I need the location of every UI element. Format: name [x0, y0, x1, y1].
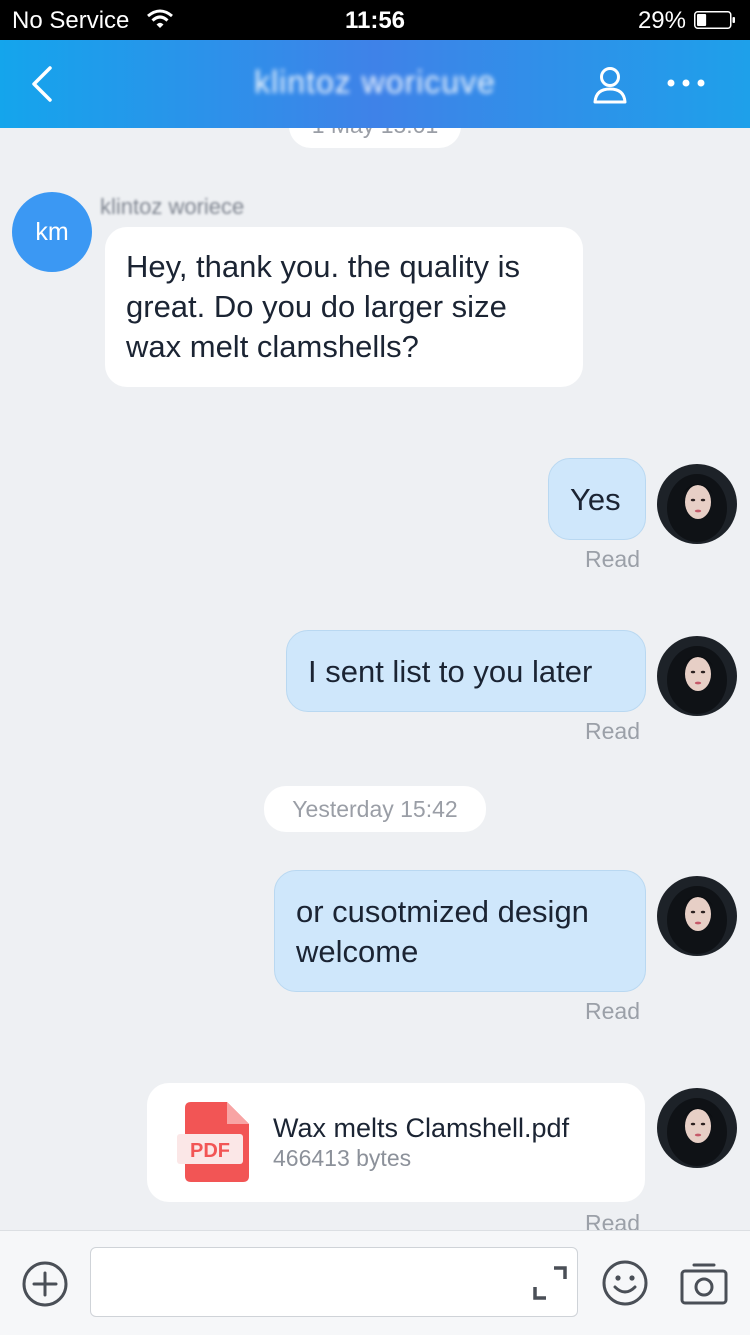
timestamp-pill: Yesterday 15:42 — [264, 786, 486, 832]
read-receipt: Read — [585, 718, 640, 744]
outgoing-message[interactable]: Yes — [548, 458, 646, 540]
battery-percent: 29% — [637, 7, 686, 34]
avatar-photo — [657, 464, 737, 544]
battery-icon — [694, 11, 735, 29]
message-input[interactable] — [90, 1247, 578, 1317]
plus-circle-icon[interactable] — [21, 1260, 69, 1308]
read-receipt: Read — [585, 546, 640, 572]
avatar-photo — [657, 636, 737, 716]
person-icon[interactable] — [592, 66, 628, 104]
my-avatar[interactable] — [657, 464, 737, 544]
status-bar: No Service 11:56 29% — [0, 0, 750, 40]
avatar-photo — [657, 876, 737, 956]
contact-avatar[interactable]: km — [12, 192, 92, 272]
contact-title: klintoz woricuve — [254, 64, 496, 100]
pdf-icon-label: PDF — [190, 1140, 230, 1162]
file-name: Wax melts Clamshell.pdf — [273, 1113, 570, 1143]
incoming-message[interactable]: Hey, thank you. the quality is great. Do… — [105, 227, 583, 387]
emoji-icon[interactable] — [601, 1259, 649, 1307]
ellipsis-icon[interactable] — [666, 76, 706, 90]
composer-bar — [0, 1230, 750, 1335]
avatar-photo — [657, 1088, 737, 1168]
pdf-file-icon: PDF — [177, 1102, 249, 1182]
outgoing-message[interactable]: or cusotmized design welcome — [274, 870, 646, 992]
chat-header: klintoz woricuve — [0, 40, 750, 128]
read-receipt: Read — [585, 1210, 640, 1230]
my-avatar[interactable] — [657, 876, 737, 956]
file-attachment[interactable]: PDF Wax melts Clamshell.pdf 466413 bytes — [147, 1083, 645, 1202]
camera-icon[interactable] — [680, 1261, 728, 1305]
file-size: 466413 bytes — [273, 1145, 412, 1171]
my-avatar[interactable] — [657, 636, 737, 716]
outgoing-message[interactable]: I sent list to you later — [286, 630, 646, 712]
timestamp-pill: 1 May 15:01 — [289, 128, 461, 148]
my-avatar[interactable] — [657, 1088, 737, 1168]
sender-name: klintoz woriece — [100, 194, 245, 219]
expand-icon[interactable] — [532, 1265, 568, 1301]
read-receipt: Read — [585, 998, 640, 1024]
message-list[interactable]: 1 May 15:01 km klintoz woriece Hey, than… — [0, 128, 750, 1230]
